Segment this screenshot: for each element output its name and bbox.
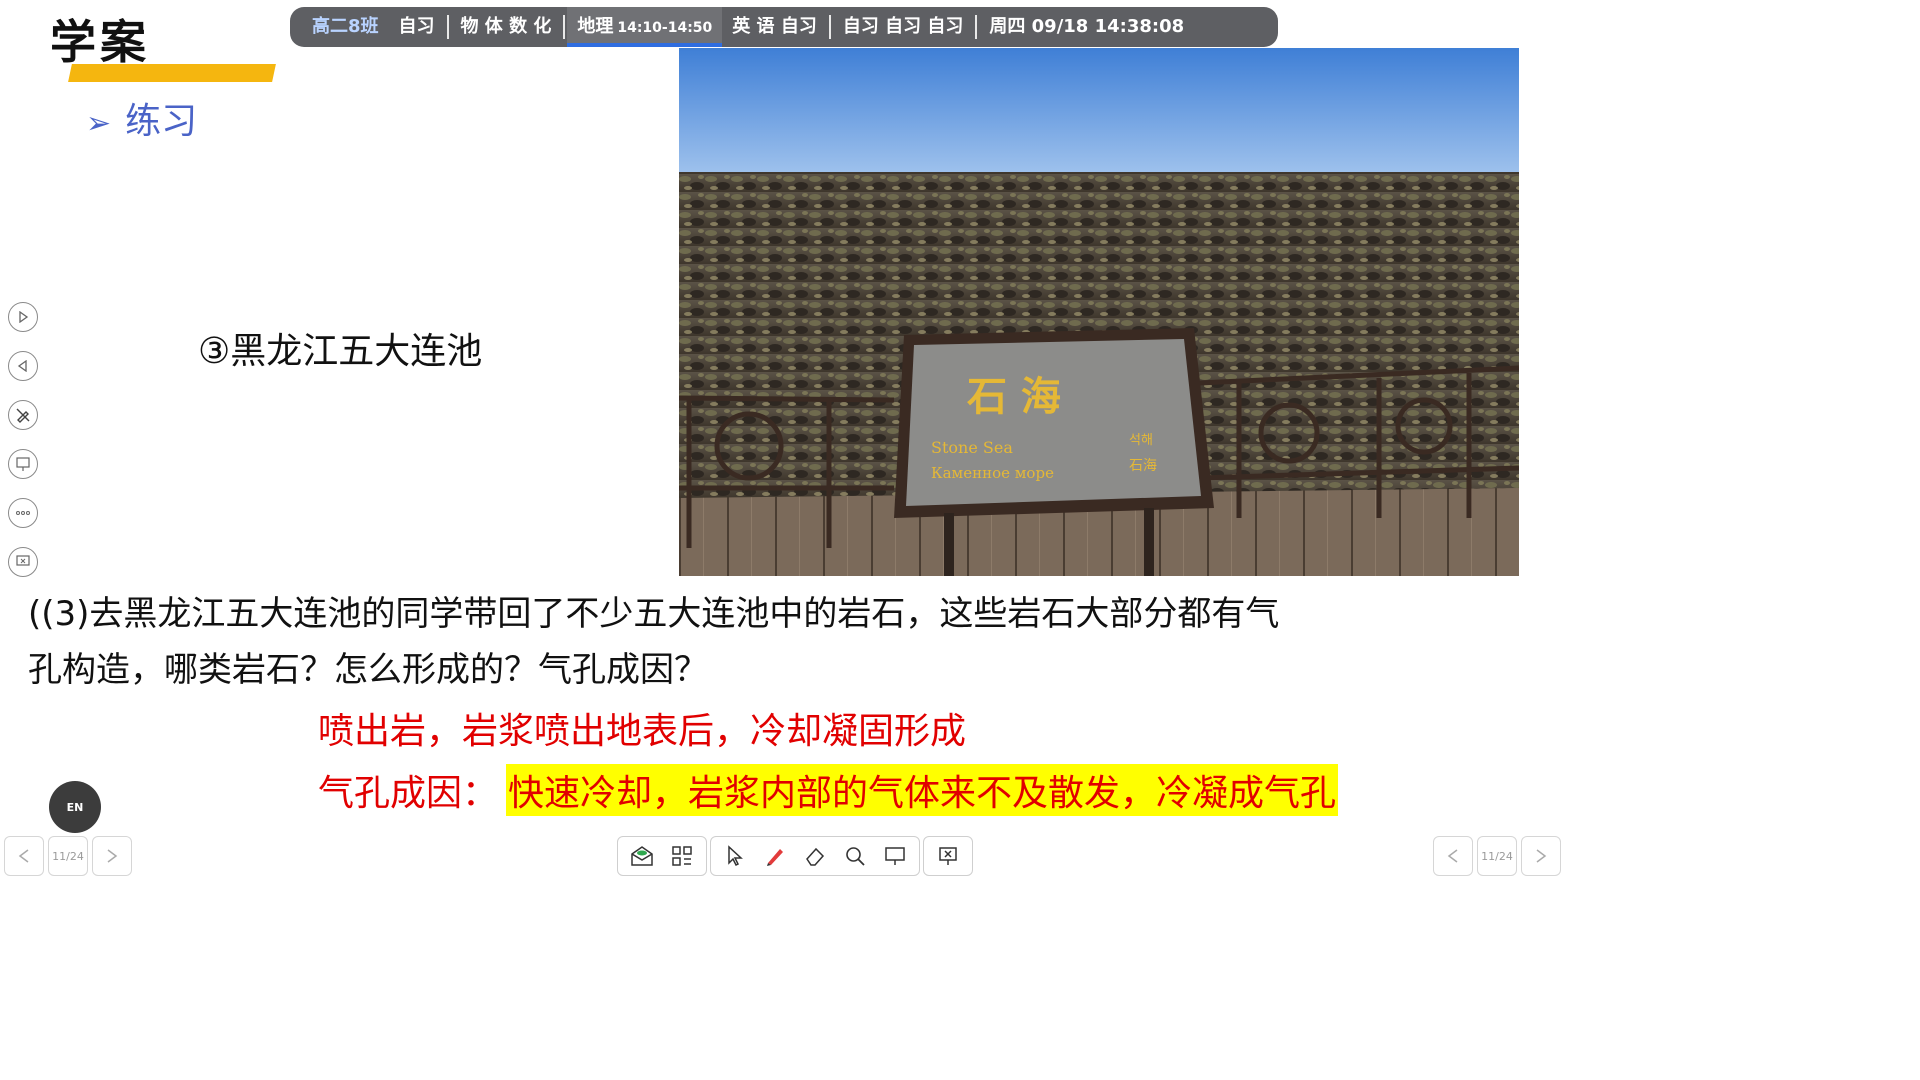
- answer-vesicle-cause: 气孔成因： 快速冷却，岩浆内部的气体来不及散发，冷凝成气孔: [318, 764, 1339, 816]
- search-icon[interactable]: [835, 837, 875, 875]
- eraser-icon[interactable]: [795, 837, 835, 875]
- next-page-button[interactable]: [1521, 836, 1561, 876]
- left-pager: 11/24: [4, 836, 136, 876]
- section-heading: ➢ 练习: [86, 92, 197, 144]
- toolbar-group: [617, 836, 707, 876]
- divider: [975, 15, 978, 39]
- schedule-item: 物 体 数 化: [460, 16, 552, 37]
- right-pager: 11/24: [1433, 836, 1565, 876]
- class-name: 高二8班: [312, 16, 379, 37]
- sign-russian: Каменное море: [931, 464, 1054, 482]
- apps-icon[interactable]: [662, 837, 702, 875]
- play-forward-icon[interactable]: [8, 302, 38, 332]
- schedule-item: 英 语 自习: [732, 16, 817, 37]
- divider: [446, 15, 449, 39]
- location-label: ③黑龙江五大连池: [198, 331, 483, 372]
- current-subject: 地理: [577, 16, 614, 37]
- question-line: 孔构造，哪类岩石？怎么形成的？气孔成因？: [28, 650, 708, 690]
- prev-page-button[interactable]: [1433, 836, 1473, 876]
- whiteboard-icon[interactable]: [875, 837, 915, 875]
- current-period: 地理 14:10-14:50: [567, 7, 723, 47]
- current-time: 14:10-14:50: [617, 20, 713, 36]
- screen-draw-icon[interactable]: [8, 449, 38, 479]
- class-schedule-bar: 高二8班 自习 物 体 数 化 地理 14:10-14:50 英 语 自习 自习 …: [290, 7, 1278, 47]
- schedule-item: 自习: [398, 16, 435, 37]
- date-time: 周四 09/18 14:38:08: [989, 16, 1185, 37]
- answer-label: 气孔成因：: [318, 773, 499, 814]
- envelope-icon[interactable]: [622, 837, 662, 875]
- arrow-bullet-icon: ➢: [86, 106, 112, 141]
- prev-page-button[interactable]: [4, 836, 44, 876]
- presentation-toolbar: [617, 836, 976, 876]
- section-label: 练习: [125, 101, 198, 142]
- language-toggle-button[interactable]: EN: [49, 781, 101, 833]
- sign-title: 石 海: [967, 373, 1061, 420]
- sign-chinese-small: 石海: [1129, 458, 1157, 474]
- pen-icon[interactable]: [755, 837, 795, 875]
- pointer-icon[interactable]: [715, 837, 755, 875]
- page-title: 学案: [50, 15, 150, 69]
- divider: [828, 15, 831, 39]
- question-text: ((3)去黑龙江五大连池的同学带回了不少五大连池中的岩石，这些岩石大部分都有气 …: [28, 586, 1408, 698]
- page-indicator[interactable]: 11/24: [48, 836, 88, 876]
- sign-english: Stone Sea: [931, 438, 1013, 457]
- question-line: ((3)去黑龙江五大连池的同学带回了不少五大连池中的岩石，这些岩石大部分都有气: [28, 594, 1280, 634]
- exit-presentation-icon[interactable]: [928, 837, 968, 875]
- left-toolbar: [8, 302, 42, 596]
- toolbar-group: [923, 836, 973, 876]
- play-back-icon[interactable]: [8, 351, 38, 381]
- sign-korean: 석해: [1129, 433, 1153, 448]
- more-icon[interactable]: [8, 498, 38, 528]
- page-indicator[interactable]: 11/24: [1477, 836, 1517, 876]
- next-page-button[interactable]: [92, 836, 132, 876]
- stone-sea-photo: 石 海 Stone Sea Каменное море 석해 石海: [679, 48, 1519, 576]
- pen-slash-icon[interactable]: [8, 400, 38, 430]
- answer-rock-type: 喷出岩，岩浆喷出地表后，冷却凝固形成: [318, 711, 967, 752]
- divider: [563, 15, 566, 39]
- toolbar-group: [710, 836, 920, 876]
- schedule-item: 自习 自习 自习: [842, 16, 964, 37]
- highlighted-answer: 快速冷却，岩浆内部的气体来不及散发，冷凝成气孔: [506, 764, 1339, 816]
- screen-close-icon[interactable]: [8, 547, 38, 577]
